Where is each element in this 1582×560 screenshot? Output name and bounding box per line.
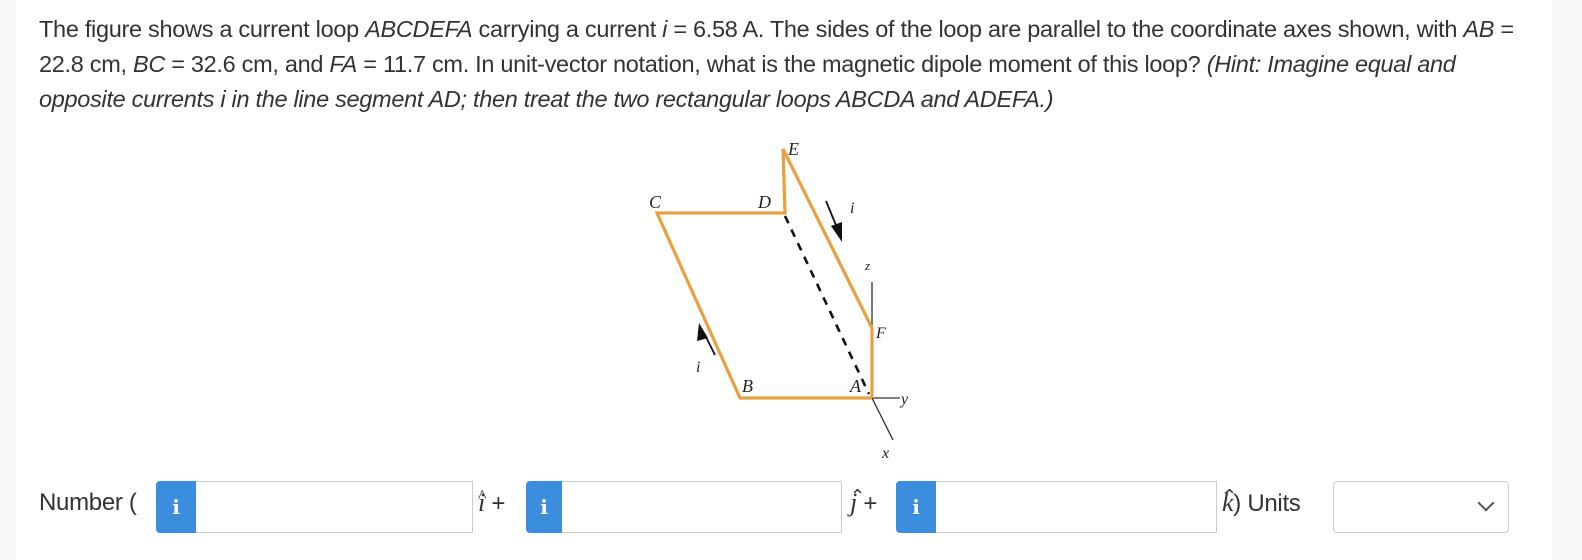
question-text-segment: The figure shows a current loop: [39, 16, 366, 42]
question-text-segment: = 11.7 cm. In unit-vector notation, what…: [357, 51, 1207, 77]
label-e: E: [787, 139, 799, 159]
current-arrow-left-head: [697, 323, 708, 341]
k-hat-symbol: ⌃ k: [1222, 486, 1237, 517]
label-z: z: [864, 258, 870, 273]
info-button-y[interactable]: i: [526, 481, 562, 533]
question-italic-text: AB: [1463, 16, 1495, 42]
k-hat-units: ⌃ k) Units: [1222, 481, 1301, 533]
question-italic-text: BC: [132, 51, 165, 77]
j-hat-plus: ⌃ j +: [850, 481, 877, 533]
info-icon: i: [172, 495, 180, 519]
info-button-z[interactable]: i: [896, 481, 936, 533]
current-arrow-top-shaft: [825, 200, 839, 231]
label-current-top: i: [850, 200, 854, 217]
number-label: Number (: [39, 489, 137, 516]
label-c: C: [649, 192, 662, 212]
question-italic-text: ABCDEFA: [365, 16, 473, 42]
info-icon: i: [540, 495, 548, 519]
label-f: F: [875, 325, 886, 342]
label-a: A: [849, 376, 862, 396]
y-component-input[interactable]: [562, 481, 842, 533]
question-text-segment: = 6.58 A. The sides of the loop are para…: [667, 16, 1464, 42]
label-y: y: [899, 391, 909, 408]
current-arrow-top-head: [831, 222, 842, 242]
label-current-left: i: [696, 359, 700, 376]
info-button-x[interactable]: i: [156, 481, 196, 533]
i-hat-plus: ^ i +: [478, 481, 505, 533]
question-italic-text: FA: [329, 51, 358, 77]
label-x: x: [881, 445, 889, 462]
j-hat-symbol: ⌃ j: [850, 486, 865, 517]
chevron-down-icon: [1477, 494, 1495, 512]
question-panel: The figure shows a current loop ABCDEFA …: [16, 0, 1552, 560]
answer-row: Number ( i ^ i + i ⌃ j + i ⌃ k) Units: [16, 481, 1552, 533]
label-b: B: [742, 376, 753, 396]
x-axis: [871, 397, 894, 441]
current-loop-wire: [654, 148, 874, 400]
current-arrow-left-shaft: [703, 332, 716, 356]
question-text-segment: carrying a current: [472, 16, 663, 42]
question-text-segment: = 32.6 cm, and: [165, 51, 330, 77]
plus-sign: +: [491, 490, 506, 517]
info-icon: i: [912, 495, 920, 519]
units-label: Units: [1247, 490, 1301, 517]
label-d: D: [757, 192, 771, 212]
units-select[interactable]: [1333, 481, 1509, 533]
z-component-input[interactable]: [936, 481, 1217, 533]
question-text: The figure shows a current loop ABCDEFA …: [39, 12, 1539, 117]
plus-sign: +: [863, 490, 878, 517]
segment-ad-dashed: [783, 215, 871, 395]
i-hat-symbol: ^ i: [478, 486, 487, 517]
x-component-input[interactable]: [196, 481, 473, 533]
